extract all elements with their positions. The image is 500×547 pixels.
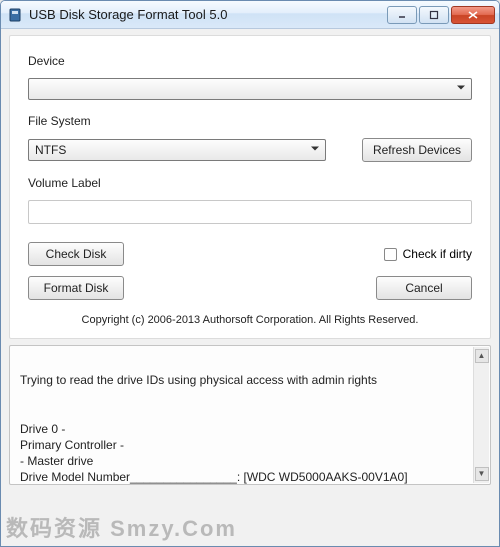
format-disk-button[interactable]: Format Disk [28,276,124,300]
close-button[interactable] [451,6,495,24]
chevron-down-icon [309,143,321,158]
log-panel[interactable]: Trying to read the drive IDs using physi… [9,345,491,485]
client-area: Device File System NTFS Refr [1,29,499,546]
minimize-button[interactable] [387,6,417,24]
refresh-devices-button[interactable]: Refresh Devices [362,138,472,162]
window-title: USB Disk Storage Format Tool 5.0 [29,7,385,22]
file-system-combo[interactable]: NTFS [28,139,326,161]
file-system-label: File System [28,114,472,128]
window-controls [385,6,495,24]
device-label: Device [28,54,472,68]
copyright-text: Copyright (c) 2006-2013 Authorsoft Corpo… [28,314,472,326]
volume-label-label: Volume Label [28,176,472,190]
log-text: Trying to read the drive IDs using physi… [20,373,408,485]
main-panel: Device File System NTFS Refr [9,35,491,339]
check-disk-button[interactable]: Check Disk [28,242,124,266]
titlebar[interactable]: USB Disk Storage Format Tool 5.0 [1,1,499,29]
cancel-button[interactable]: Cancel [376,276,472,300]
check-if-dirty-wrap[interactable]: Check if dirty [384,247,472,261]
volume-label-input[interactable] [28,200,472,224]
check-if-dirty-label: Check if dirty [403,247,472,261]
log-scrollbar[interactable]: ▲ ▼ [473,347,489,483]
scroll-down-button[interactable]: ▼ [475,467,489,481]
check-if-dirty-checkbox[interactable] [384,248,397,261]
app-window: USB Disk Storage Format Tool 5.0 Device [0,0,500,547]
device-combo[interactable] [28,78,472,100]
file-system-combo-value: NTFS [35,143,66,157]
scroll-up-button[interactable]: ▲ [475,349,489,363]
chevron-down-icon [455,82,467,97]
app-icon [7,7,23,23]
maximize-button[interactable] [419,6,449,24]
